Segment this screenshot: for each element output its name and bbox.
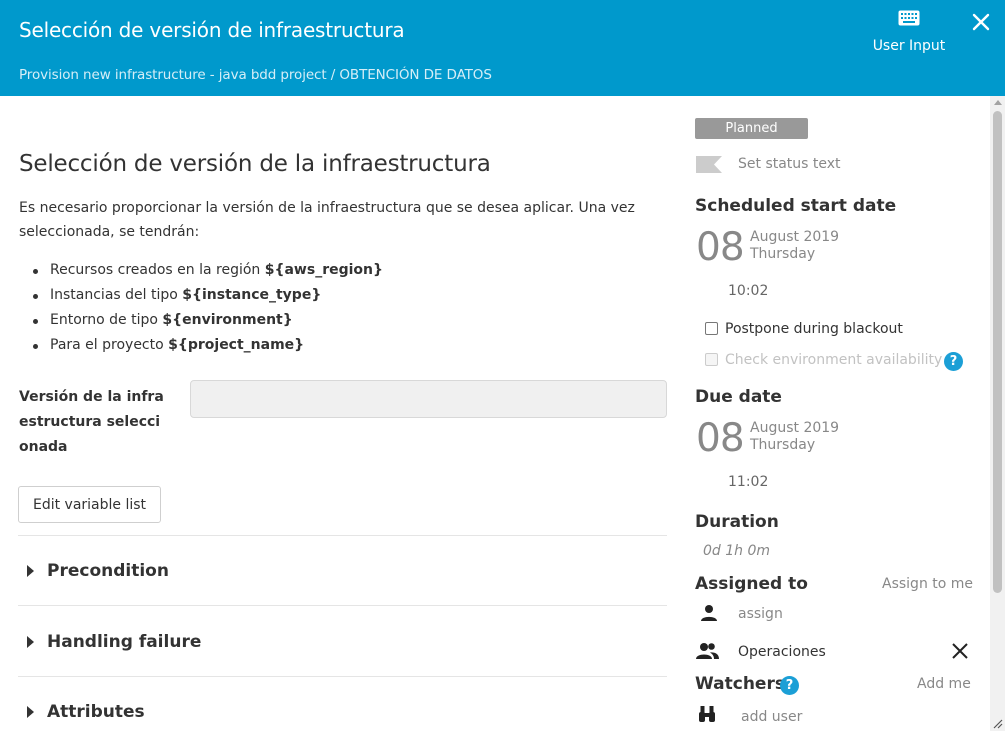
watchers-help-icon[interactable]: ? xyxy=(780,676,799,695)
add-me-link[interactable]: Add me xyxy=(917,676,971,692)
status-badge[interactable]: Planned xyxy=(695,118,808,139)
watchers-heading: Watchers xyxy=(695,674,785,694)
task-details: Selección de versión de la infraestructu… xyxy=(0,96,688,731)
person-icon xyxy=(701,605,717,621)
team-icon xyxy=(696,643,719,659)
postpone-checkbox[interactable] xyxy=(705,322,718,335)
postpone-label: Postpone during blackout xyxy=(725,321,903,337)
caret-right-icon xyxy=(27,565,34,577)
section-handling-failure[interactable]: Handling failure xyxy=(18,605,667,675)
variable-label: Versión de la infra estructura selecci o… xyxy=(19,389,164,455)
dialog-title: Selección de versión de infraestructura xyxy=(19,18,405,42)
description: Es necesario proporcionar la versión de … xyxy=(19,200,635,240)
caret-right-icon xyxy=(27,636,34,648)
scheduled-start-heading: Scheduled start date xyxy=(695,196,897,216)
user-input-label: User Input xyxy=(872,38,946,54)
list-item: Entorno de tipo ${environment} xyxy=(30,308,383,333)
section-label: Handling failure xyxy=(47,632,202,652)
duration-value[interactable]: 0d 1h 0m xyxy=(703,543,770,559)
add-user-input[interactable]: add user xyxy=(741,709,802,725)
user-input-indicator: User Input xyxy=(862,8,956,64)
content-title: Selección de versión de la infraestructu… xyxy=(19,151,491,177)
due-time[interactable]: 11:02 xyxy=(728,474,768,490)
list-item: Instancias del tipo ${instance_type} xyxy=(30,283,383,308)
duration-heading: Duration xyxy=(695,512,779,532)
help-icon[interactable]: ? xyxy=(944,352,963,371)
section-attributes[interactable]: Attributes xyxy=(18,676,667,731)
scheduled-month: August 2019 xyxy=(750,229,840,245)
scheduled-weekday: Thursday xyxy=(750,246,816,262)
status-text-input[interactable]: Set status text xyxy=(738,156,841,172)
list-item: Recursos creados en la región ${aws_regi… xyxy=(30,258,383,283)
assign-to-me-link[interactable]: Assign to me xyxy=(882,576,973,592)
due-month: August 2019 xyxy=(750,420,840,436)
scheduled-time[interactable]: 10:02 xyxy=(728,283,768,299)
assigned-team: Operaciones xyxy=(738,644,826,660)
edit-variable-list-button[interactable]: Edit variable list xyxy=(18,486,161,523)
bullet-list: Recursos creados en la región ${aws_regi… xyxy=(30,258,383,358)
scheduled-day[interactable]: 08 xyxy=(696,225,745,270)
section-precondition[interactable]: Precondition xyxy=(18,535,667,605)
resize-grip-icon[interactable] xyxy=(992,718,1003,729)
remove-team-icon[interactable] xyxy=(951,642,969,660)
list-item: Para el proyecto ${project_name} xyxy=(30,333,383,358)
task-sidebar: Planned Set status text Scheduled start … xyxy=(688,96,988,731)
flag-icon xyxy=(696,156,722,173)
section-label: Attributes xyxy=(47,702,145,722)
due-date-heading: Due date xyxy=(695,387,782,407)
variable-input[interactable] xyxy=(190,380,667,418)
check-env-label: Check environment availability xyxy=(725,352,943,368)
section-label: Precondition xyxy=(47,561,169,581)
dialog-header: Selección de versión de infraestructura … xyxy=(0,0,1005,96)
close-icon[interactable] xyxy=(970,11,992,33)
due-weekday: Thursday xyxy=(750,437,816,453)
binoculars-icon xyxy=(699,706,715,722)
vertical-scrollbar[interactable] xyxy=(990,96,1005,731)
breadcrumb: Provision new infrastructure - java bdd … xyxy=(19,67,492,83)
assigned-to-heading: Assigned to xyxy=(695,574,808,594)
scroll-thumb[interactable] xyxy=(993,111,1002,593)
due-day[interactable]: 08 xyxy=(696,416,745,461)
scroll-up-icon[interactable] xyxy=(994,100,1002,105)
caret-right-icon xyxy=(27,706,34,718)
assign-user-input[interactable]: assign xyxy=(738,606,783,622)
check-env-checkbox xyxy=(705,353,718,366)
keyboard-icon xyxy=(898,10,920,26)
